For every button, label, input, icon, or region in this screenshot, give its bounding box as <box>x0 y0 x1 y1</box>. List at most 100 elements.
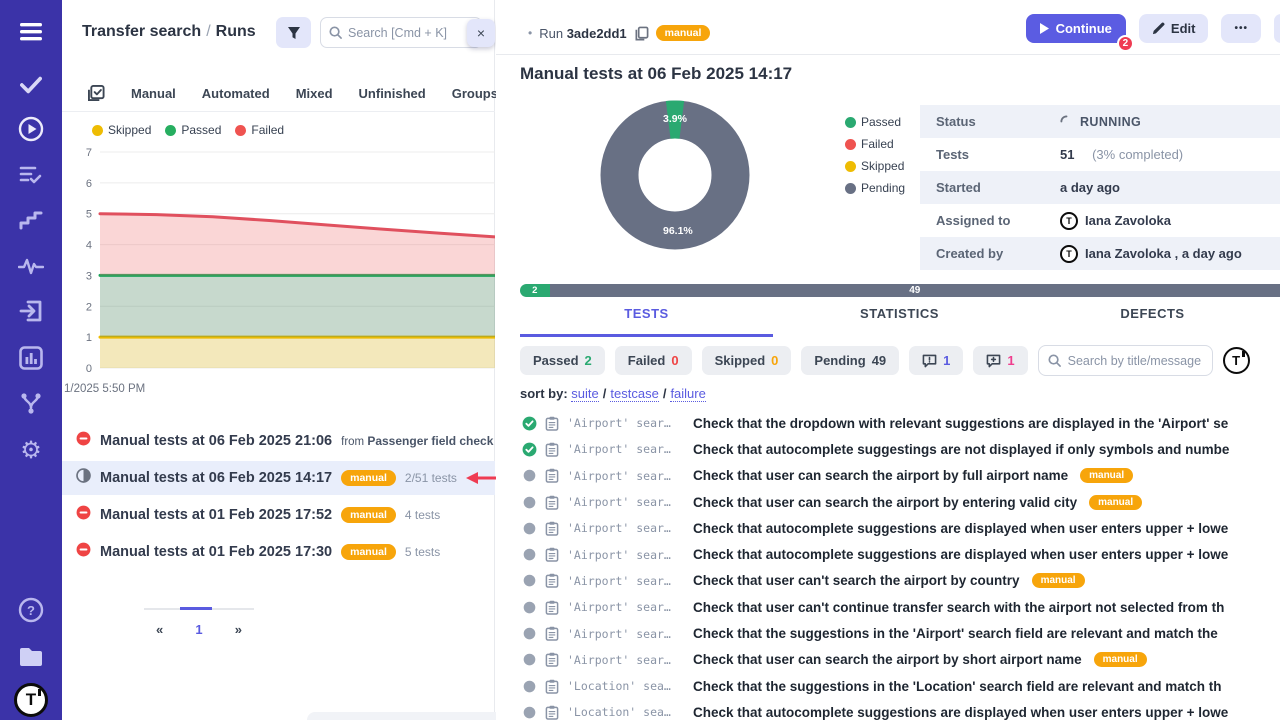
test-list-item[interactable]: 'Airport' sear… Check that autocomplete … <box>496 515 1280 541</box>
test-title[interactable]: Check that user can search the airport b… <box>693 468 1068 483</box>
svg-text:0: 0 <box>86 363 92 375</box>
test-list-item[interactable]: 'Airport' sear… Check that the suggestio… <box>496 620 1280 646</box>
filter-button[interactable] <box>276 17 311 48</box>
page-prev-button[interactable]: « <box>156 622 163 637</box>
breadcrumb-project[interactable]: Transfer search <box>82 23 201 40</box>
test-suite-name: 'Airport' sear… <box>567 469 685 483</box>
sort-by-failure[interactable]: failure <box>670 386 705 402</box>
tab-defects[interactable]: DEFECTS <box>1026 306 1279 337</box>
filter-failed-button[interactable]: Failed0 <box>615 346 692 375</box>
test-title[interactable]: Check that the suggestions in the 'Airpo… <box>693 626 1218 641</box>
test-title[interactable]: Check that user can't search the airport… <box>693 573 1020 588</box>
svg-text:7: 7 <box>86 147 92 159</box>
page-number[interactable]: 1 <box>195 622 202 637</box>
page-next-button[interactable]: » <box>235 622 242 637</box>
more-actions-button[interactable]: ••• <box>1221 14 1261 43</box>
run-list-item[interactable]: Manual tests at 01 Feb 2025 17:52 manual… <box>62 498 495 532</box>
run-status-icon <box>76 468 91 488</box>
filter-passed-button[interactable]: Passed2 <box>520 346 605 375</box>
branch-icon[interactable] <box>18 391 44 417</box>
filter-comments-button[interactable]: 1 <box>909 346 963 375</box>
test-suite-name: 'Airport' sear… <box>567 600 685 614</box>
test-title[interactable]: Check that autocomplete suggestions are … <box>693 547 1228 562</box>
run-list-item[interactable]: Manual tests at 01 Feb 2025 17:30 manual… <box>62 535 495 569</box>
test-filters: Passed2 Failed0 Skipped0 Pending49 1 1 T <box>520 345 1280 376</box>
legend-failed[interactable]: Failed <box>235 123 284 137</box>
folder-icon[interactable] <box>18 644 44 670</box>
filter-pending-button[interactable]: Pending49 <box>801 346 899 375</box>
bar-chart-icon[interactable] <box>18 345 44 371</box>
test-list-item[interactable]: 'Location' sea… Check that autocomplete … <box>496 699 1280 725</box>
legend-passed[interactable]: Passed <box>165 123 221 137</box>
legend-skipped: Skipped <box>845 159 905 173</box>
copy-run-id-button[interactable] <box>634 26 649 41</box>
clipboard-icon <box>545 468 559 483</box>
activity-icon[interactable] <box>18 253 44 279</box>
svg-text:?: ? <box>27 603 35 618</box>
test-suite-name: 'Airport' sear… <box>567 627 685 641</box>
run-status-icon <box>76 542 91 562</box>
add-comment-button[interactable]: 1 <box>973 346 1027 375</box>
test-title[interactable]: Check that user can't continue transfer … <box>693 600 1224 615</box>
test-list-item[interactable]: 'Airport' sear… Check that user can sear… <box>496 463 1280 489</box>
test-title[interactable]: Check that autocomplete suggestions are … <box>693 705 1228 720</box>
test-list-item[interactable]: 'Airport' sear… Check that user can sear… <box>496 489 1280 515</box>
tab-automated[interactable]: Automated <box>202 86 270 101</box>
test-type-badge: manual <box>1032 573 1085 588</box>
svg-text:2: 2 <box>86 301 92 313</box>
steps-icon[interactable] <box>18 207 44 233</box>
run-tests-count: 4 tests <box>405 508 440 522</box>
clipped-action-button[interactable] <box>1274 14 1280 43</box>
play-icon <box>1040 23 1049 34</box>
menu-icon[interactable] <box>18 19 44 45</box>
sort-by-testcase[interactable]: testcase <box>610 386 658 402</box>
tab-statistics[interactable]: STATISTICS <box>773 306 1026 337</box>
play-circle-icon[interactable] <box>18 116 44 142</box>
continue-button[interactable]: Continue 2 <box>1026 14 1126 43</box>
workspace-avatar[interactable]: T <box>14 683 48 717</box>
test-title[interactable]: Check that autocomplete suggestions are … <box>693 521 1228 536</box>
run-title: Manual tests at 06 Feb 2025 21:06 <box>100 433 332 449</box>
test-list-item[interactable]: 'Airport' sear… Check that user can sear… <box>496 647 1280 673</box>
tab-tests[interactable]: TESTS <box>520 306 773 337</box>
test-list-item[interactable]: 'Airport' sear… Check that autocomplete … <box>496 541 1280 567</box>
tab-mixed[interactable]: Mixed <box>296 86 333 101</box>
test-suite-name: 'Airport' sear… <box>567 548 685 562</box>
run-type-badge: manual <box>341 507 396 523</box>
list-check-icon[interactable] <box>18 162 44 188</box>
legend-skipped[interactable]: Skipped <box>92 123 151 137</box>
tab-unfinished[interactable]: Unfinished <box>359 86 426 101</box>
run-info-table: Status RUNNING Tests 51 (3% completed) S… <box>920 105 1280 270</box>
tab-manual[interactable]: Manual <box>131 86 176 101</box>
test-list-item[interactable]: 'Airport' sear… Check that autocomplete … <box>496 436 1280 462</box>
select-all-icon[interactable] <box>88 85 105 102</box>
test-list-item[interactable]: 'Airport' sear… Check that user can't se… <box>496 568 1280 594</box>
pencil-icon <box>1152 22 1165 35</box>
gear-icon[interactable]: ⚙ <box>18 437 44 463</box>
test-title[interactable]: Check that autocomplete suggestings are … <box>693 442 1229 457</box>
test-title[interactable]: Check that the dropdown with relevant su… <box>693 416 1228 431</box>
test-list-item[interactable]: 'Airport' sear… Check that the dropdown … <box>496 410 1280 436</box>
help-icon[interactable]: ? <box>18 597 44 623</box>
current-user-avatar[interactable]: T <box>1223 347 1250 374</box>
test-title[interactable]: Check that the suggestions in the 'Locat… <box>693 679 1222 694</box>
tests-search-input[interactable] <box>1068 354 1203 368</box>
filter-skipped-button[interactable]: Skipped0 <box>702 346 792 375</box>
test-list-item[interactable]: 'Airport' sear… Check that user can't co… <box>496 594 1280 620</box>
edit-button[interactable]: Edit <box>1139 14 1209 43</box>
pending-icon <box>522 521 537 536</box>
test-title[interactable]: Check that user can search the airport b… <box>693 652 1082 667</box>
user-avatar-small: T <box>1060 245 1078 263</box>
test-list-item[interactable]: 'Location' sea… Check that the suggestio… <box>496 673 1280 699</box>
check-icon[interactable] <box>18 72 44 98</box>
test-title[interactable]: Check that user can search the airport b… <box>693 495 1077 510</box>
run-list-item[interactable]: Manual tests at 06 Feb 2025 14:17 manual… <box>62 461 495 495</box>
runs-search-input[interactable] <box>348 26 458 40</box>
run-source: from Passenger field check <box>341 434 493 448</box>
search-close-button[interactable]: × <box>467 19 495 47</box>
sign-in-icon[interactable] <box>18 298 44 324</box>
sort-by-suite[interactable]: suite <box>571 386 598 402</box>
run-list-item[interactable]: Manual tests at 06 Feb 2025 21:06 from P… <box>62 424 495 458</box>
test-suite-name: 'Airport' sear… <box>567 495 685 509</box>
tab-groups[interactable]: Groups <box>452 86 498 101</box>
